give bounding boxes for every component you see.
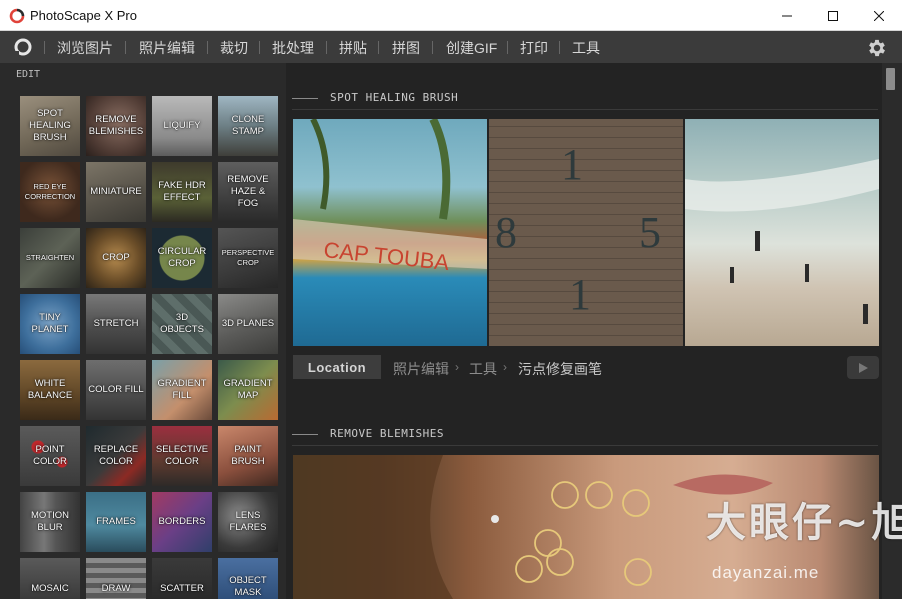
- menu-separator: [432, 41, 433, 54]
- menu-editor[interactable]: 照片编辑: [139, 38, 195, 58]
- tile-remove-blemishes[interactable]: REMOVE BLEMISHES: [86, 96, 146, 156]
- menu-separator: [259, 41, 260, 54]
- tool-panel: EDIT SPOT HEALING BRUSH REMOVE BLEMISHES…: [0, 63, 286, 599]
- tile-replace-color[interactable]: REPLACE COLOR: [86, 426, 146, 486]
- menu-separator: [378, 41, 379, 54]
- example-photo-boat: CAP TOUBA: [293, 119, 487, 346]
- scrollbar-thumb[interactable]: [886, 68, 895, 90]
- photoscape-logo-icon: [9, 8, 25, 24]
- tile-perspective-crop[interactable]: PERSPECTIVE CROP: [218, 228, 278, 288]
- tile-borders[interactable]: BORDERS: [152, 492, 212, 552]
- tile-remove-haze-fog[interactable]: REMOVE HAZE & FOG: [218, 162, 278, 222]
- maximize-icon: [828, 10, 838, 21]
- tile-miniature[interactable]: MINIATURE: [86, 162, 146, 222]
- close-icon: [874, 10, 884, 21]
- minimize-button[interactable]: [764, 0, 810, 31]
- tile-liquify[interactable]: LIQUIFY: [152, 96, 212, 156]
- tile-red-eye-correction[interactable]: RED EYE CORRECTION: [20, 162, 80, 222]
- wall-digit: 1: [561, 140, 583, 189]
- window-title: PhotoScape X Pro: [30, 8, 137, 23]
- tile-color-fill[interactable]: COLOR FILL: [86, 360, 146, 420]
- tile-motion-blur[interactable]: MOTION BLUR: [20, 492, 80, 552]
- chevron-right-icon: ›: [503, 360, 507, 374]
- tile-gradient-map[interactable]: GRADIENT MAP: [218, 360, 278, 420]
- tile-frames[interactable]: FRAMES: [86, 492, 146, 552]
- menu-cut-out[interactable]: 裁切: [220, 38, 248, 58]
- menu-print[interactable]: 打印: [520, 38, 548, 58]
- section-title: SPOT HEALING BRUSH: [330, 91, 459, 104]
- menu-combine[interactable]: 拼图: [392, 38, 420, 58]
- edit-section-label: EDIT: [16, 69, 41, 80]
- section-line: [292, 434, 318, 435]
- brick-photo-art: 8 1 5 1: [495, 140, 661, 319]
- section-divider: [292, 445, 878, 446]
- section-header-remove-blemishes: REMOVE BLEMISHES: [292, 426, 877, 442]
- tile-paint-brush[interactable]: PAINT BRUSH: [218, 426, 278, 486]
- tile-fake-hdr-effect[interactable]: FAKE HDR EFFECT: [152, 162, 212, 222]
- menu-collage[interactable]: 拼贴: [339, 38, 367, 58]
- menu-batch[interactable]: 批处理: [272, 38, 314, 58]
- home-logo-icon[interactable]: [12, 37, 34, 57]
- section-header-spot-healing: SPOT HEALING BRUSH: [292, 90, 877, 106]
- play-icon: [859, 362, 868, 373]
- wall-digit: 8: [495, 208, 517, 257]
- watermark-text: 大眼仔~旭: [706, 499, 902, 546]
- example-photo-beach: [685, 119, 879, 346]
- tile-scatter[interactable]: SCATTER: [152, 558, 212, 599]
- tile-mosaic[interactable]: MOSAIC: [20, 558, 80, 599]
- tile-selective-color[interactable]: SELECTIVE COLOR: [152, 426, 212, 486]
- breadcrumb-editor[interactable]: 照片编辑: [393, 359, 449, 379]
- breadcrumb-tools[interactable]: 工具: [469, 359, 497, 379]
- section-divider: [292, 109, 878, 110]
- tile-object-mask[interactable]: OBJECT MASK: [218, 558, 278, 599]
- title-bar: PhotoScape X Pro: [0, 0, 902, 31]
- tile-tiny-planet[interactable]: TINY PLANET: [20, 294, 80, 354]
- section-line: [292, 98, 318, 99]
- tile-3d-objects[interactable]: 3D OBJECTS: [152, 294, 212, 354]
- example-photo-brick-wall: 8 1 5 1: [489, 119, 683, 346]
- tile-point-color[interactable]: POINT COLOR: [20, 426, 80, 486]
- watermark-url: dayanzai.me: [712, 563, 820, 582]
- menu-separator: [507, 41, 508, 54]
- tile-clone-stamp[interactable]: CLONE STAMP: [218, 96, 278, 156]
- menu-create-gif[interactable]: 创建GIF: [446, 38, 497, 58]
- wall-digit: 1: [569, 270, 591, 319]
- tile-3d-planes[interactable]: 3D PLANES: [218, 294, 278, 354]
- tile-straighten[interactable]: STRAIGHTEN: [20, 228, 80, 288]
- tile-spot-healing-brush[interactable]: SPOT HEALING BRUSH: [20, 96, 80, 156]
- menu-viewer[interactable]: 浏览图片: [57, 38, 113, 58]
- tile-gradient-fill[interactable]: GRADIENT FILL: [152, 360, 212, 420]
- menu-separator: [125, 41, 126, 54]
- tile-crop[interactable]: CROP: [86, 228, 146, 288]
- breadcrumb-current: 污点修复画笔: [518, 361, 602, 377]
- tile-lens-flares[interactable]: LENS FLARES: [218, 492, 278, 552]
- boat-photo-art: CAP TOUBA: [293, 119, 487, 275]
- menu-separator: [207, 41, 208, 54]
- tile-stretch[interactable]: STRETCH: [86, 294, 146, 354]
- settings-gear-icon[interactable]: [866, 37, 888, 59]
- maximize-button[interactable]: [810, 0, 856, 31]
- tile-circular-crop[interactable]: CIRCULAR CROP: [152, 228, 212, 288]
- minimize-icon: [782, 15, 792, 16]
- close-button[interactable]: [856, 0, 902, 31]
- tile-draw[interactable]: DRAW: [86, 558, 146, 599]
- video-play-button[interactable]: [847, 356, 879, 379]
- menu-separator: [326, 41, 327, 54]
- location-button[interactable]: Location: [293, 355, 381, 379]
- wall-digit: 5: [639, 208, 661, 257]
- main-menu-bar: 浏览图片 照片编辑 裁切 批处理 拼贴 拼图 创建GIF 打印 工具: [0, 31, 902, 63]
- menu-separator: [44, 41, 45, 54]
- chevron-right-icon: ›: [455, 360, 459, 374]
- menu-tools[interactable]: 工具: [572, 38, 600, 58]
- tile-white-balance[interactable]: WHITE BALANCE: [20, 360, 80, 420]
- section-title: REMOVE BLEMISHES: [330, 427, 444, 440]
- beach-photo-art: [685, 159, 879, 324]
- menu-separator: [559, 41, 560, 54]
